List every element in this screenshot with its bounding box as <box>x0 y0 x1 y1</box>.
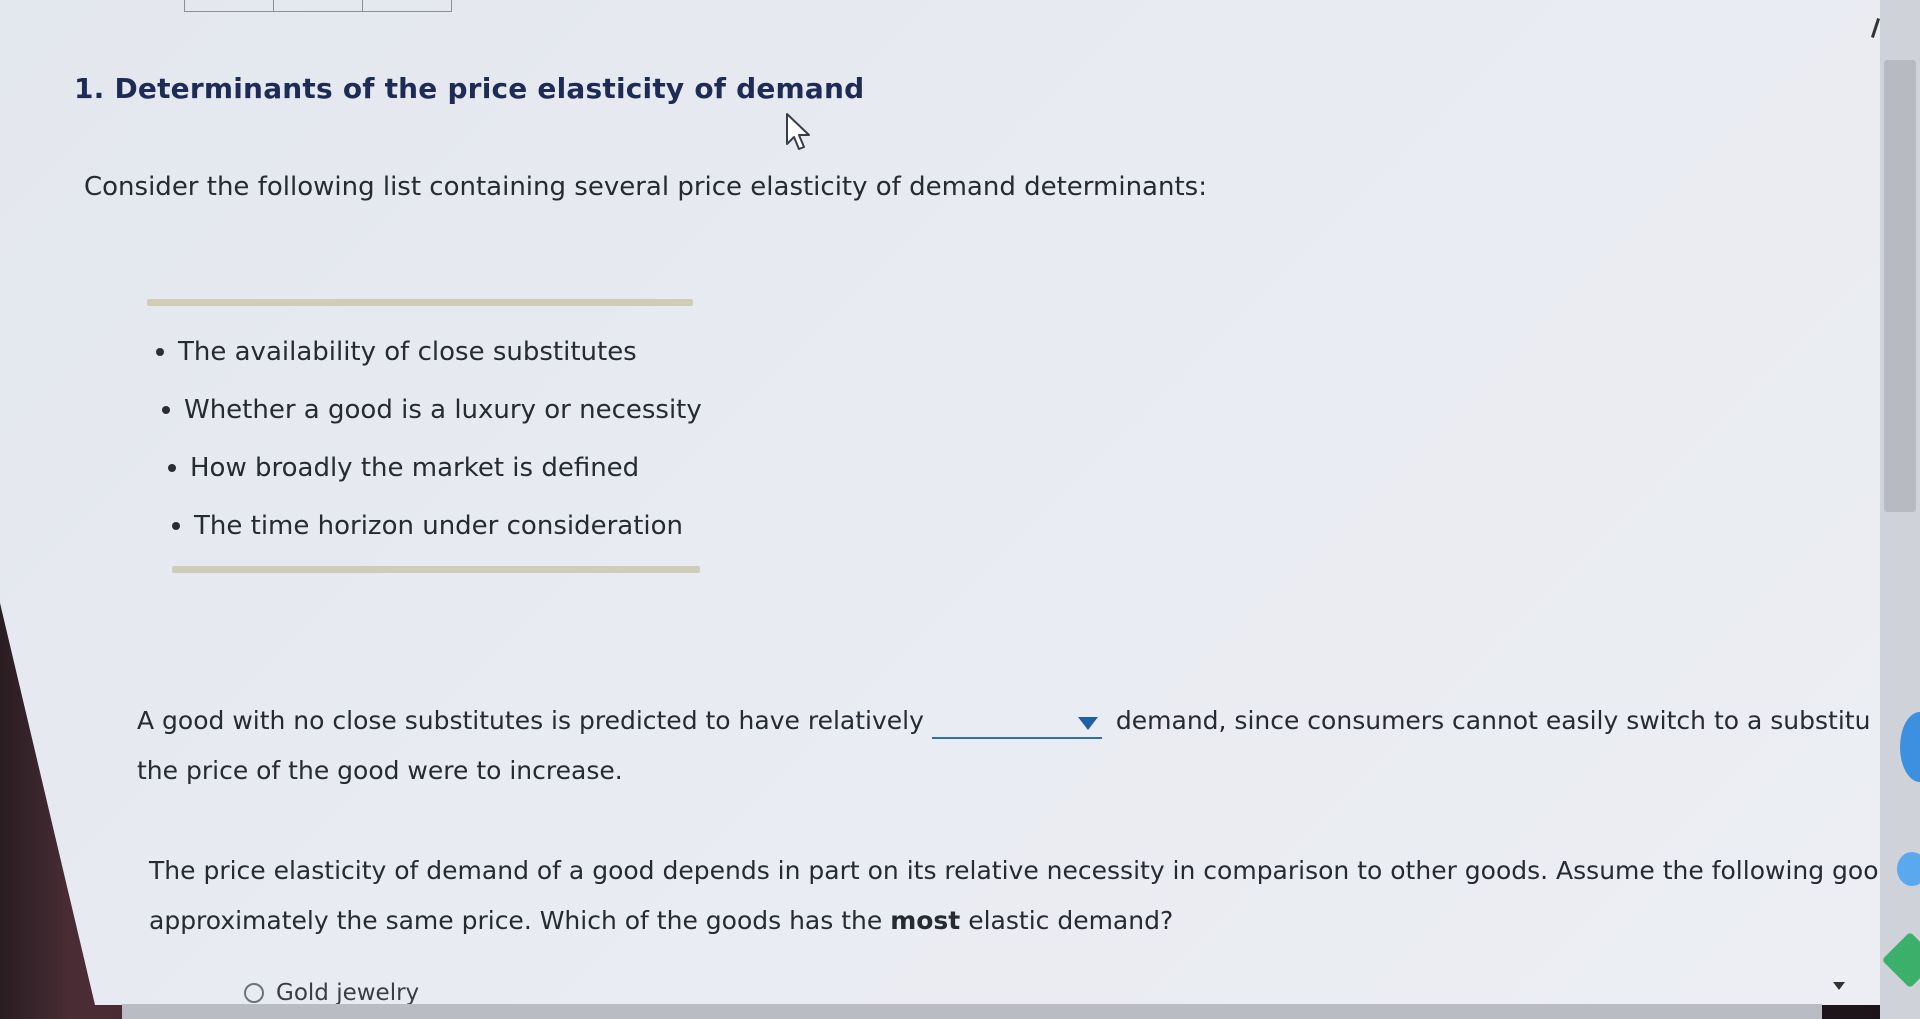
question-heading: 1. Determinants of the price elasticity … <box>74 72 865 105</box>
mouse-pointer-icon <box>786 113 810 150</box>
list-item: How broadly the market is defined <box>162 450 702 508</box>
horizontal-scrollbar[interactable] <box>122 1004 1822 1019</box>
desktop-app-icon[interactable] <box>1897 852 1920 886</box>
tab[interactable] <box>274 0 363 11</box>
scroll-down-arrow-icon[interactable] <box>1833 982 1845 990</box>
question-2-line-2: approximately the same price. Which of t… <box>149 896 1879 946</box>
question-2-text-end: elastic demand? <box>968 906 1174 935</box>
tab-strip <box>184 0 452 12</box>
question-2-line-1: The price elasticity of demand of a good… <box>149 856 1879 885</box>
vertical-scrollbar-thumb[interactable] <box>1884 60 1916 512</box>
list-divider-bottom <box>172 566 700 573</box>
elasticity-dropdown[interactable] <box>931 707 1102 739</box>
list-item: The time horizon under consideration <box>166 508 702 566</box>
list-item: Whether a good is a luxury or necessity <box>156 392 702 450</box>
determinants-list: The availability of close substitutes Wh… <box>150 334 702 566</box>
chevron-down-icon[interactable] <box>1077 717 1098 730</box>
list-item: The availability of close substitutes <box>150 334 702 392</box>
question-2: The price elasticity of demand of a good… <box>149 846 1879 946</box>
question-page: 1. Determinants of the price elasticity … <box>0 0 1890 1005</box>
question-1-text-after: demand, since consumers cannot easily sw… <box>1115 706 1871 735</box>
answer-option-label: Gold jewelry <box>276 980 420 1006</box>
tab[interactable] <box>363 0 451 11</box>
question-2-emphasis: most <box>890 906 961 935</box>
screen-frame: 1. Determinants of the price elasticity … <box>0 0 1920 1019</box>
question-1-text-before: A good with no close substitutes is pred… <box>137 706 924 735</box>
intro-text: Consider the following list containing s… <box>84 172 1207 202</box>
tab[interactable] <box>185 0 274 11</box>
question-1: A good with no close substitutes is pred… <box>137 696 1870 796</box>
radio-button[interactable] <box>244 983 264 1003</box>
question-2-text: approximately the same price. Which of t… <box>149 906 883 935</box>
question-1-line-2: the price of the good were to increase. <box>137 756 623 785</box>
question-1-line-1: A good with no close substitutes is pred… <box>137 696 1870 746</box>
list-divider-top <box>147 299 693 306</box>
